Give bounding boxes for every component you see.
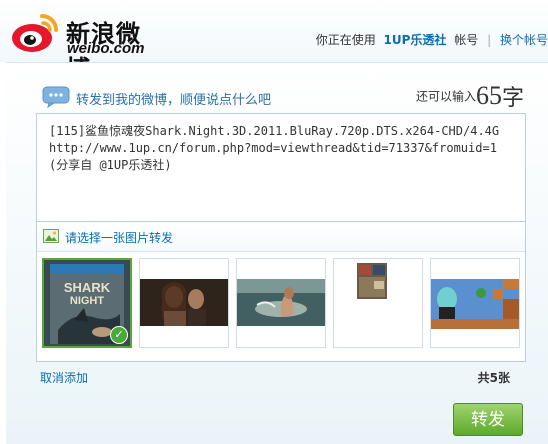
image-picker: 请选择一张图片转发 SHARK NIGHT ✓ [36,222,526,362]
small-poster-image [334,259,422,347]
char-counter: 还可以输入65字 [416,80,524,112]
thumbnail-4[interactable] [333,258,423,348]
svg-text:SHARK: SHARK [64,280,111,295]
thumbnail-5[interactable] [430,258,520,348]
svg-text:NIGHT: NIGHT [70,295,105,307]
logo-text-en: weibo.com [67,40,145,57]
remain-unit: 字 [501,86,524,111]
picture-icon [43,229,59,243]
account-label: 帐号 [454,33,479,47]
cancel-add-link[interactable]: 取消添加 [40,369,88,386]
header: 新浪微博 weibo.com 你正在使用 1UP乐透社 帐号 | 换个帐号 [0,0,548,83]
remain-label: 还可以输入 [415,89,476,104]
username[interactable]: 1UP乐透社 [384,33,447,47]
picker-header: 请选择一张图片转发 [37,222,525,252]
forward-panel: 转发到我的微博，顺便说点什么吧 还可以输入65字 [115]鲨鱼惊魂夜Shark… [6,62,548,444]
weibo-eye-icon [12,14,58,52]
title-row: 转发到我的微博，顺便说点什么吧 还可以输入65字 [42,80,542,112]
total-count: 共5张 [477,371,510,385]
thumbnail-2[interactable] [139,258,229,348]
compose-title: 转发到我的微博，顺便说点什么吧 [76,93,272,108]
picker-label: 请选择一张图片转发 [65,231,174,245]
forward-button[interactable]: 转发 [453,403,523,436]
user-line: 你正在使用 1UP乐透社 帐号 | 换个帐号 [316,31,548,48]
thumbnail-3[interactable] [236,258,326,348]
forward-textarea[interactable]: [115]鲨鱼惊魂夜Shark.Night.3D.2011.BluRay.720… [36,113,526,222]
weibo-logo[interactable]: 新浪微博 weibo.com [10,8,160,83]
check-icon: ✓ [110,326,128,344]
speech-bubble-icon [42,86,70,108]
movie-still-couple [140,259,228,347]
remain-count: 65 [475,81,502,110]
game-screenshot [431,259,519,347]
divider: | [487,33,492,47]
using-prefix: 你正在使用 [315,33,376,47]
switch-account-link[interactable]: 换个帐号 [500,33,548,47]
thumbnail-1[interactable]: SHARK NIGHT ✓ [42,258,132,348]
movie-still-lake [237,259,325,347]
picker-footer: 取消添加 共5张 [40,369,510,387]
